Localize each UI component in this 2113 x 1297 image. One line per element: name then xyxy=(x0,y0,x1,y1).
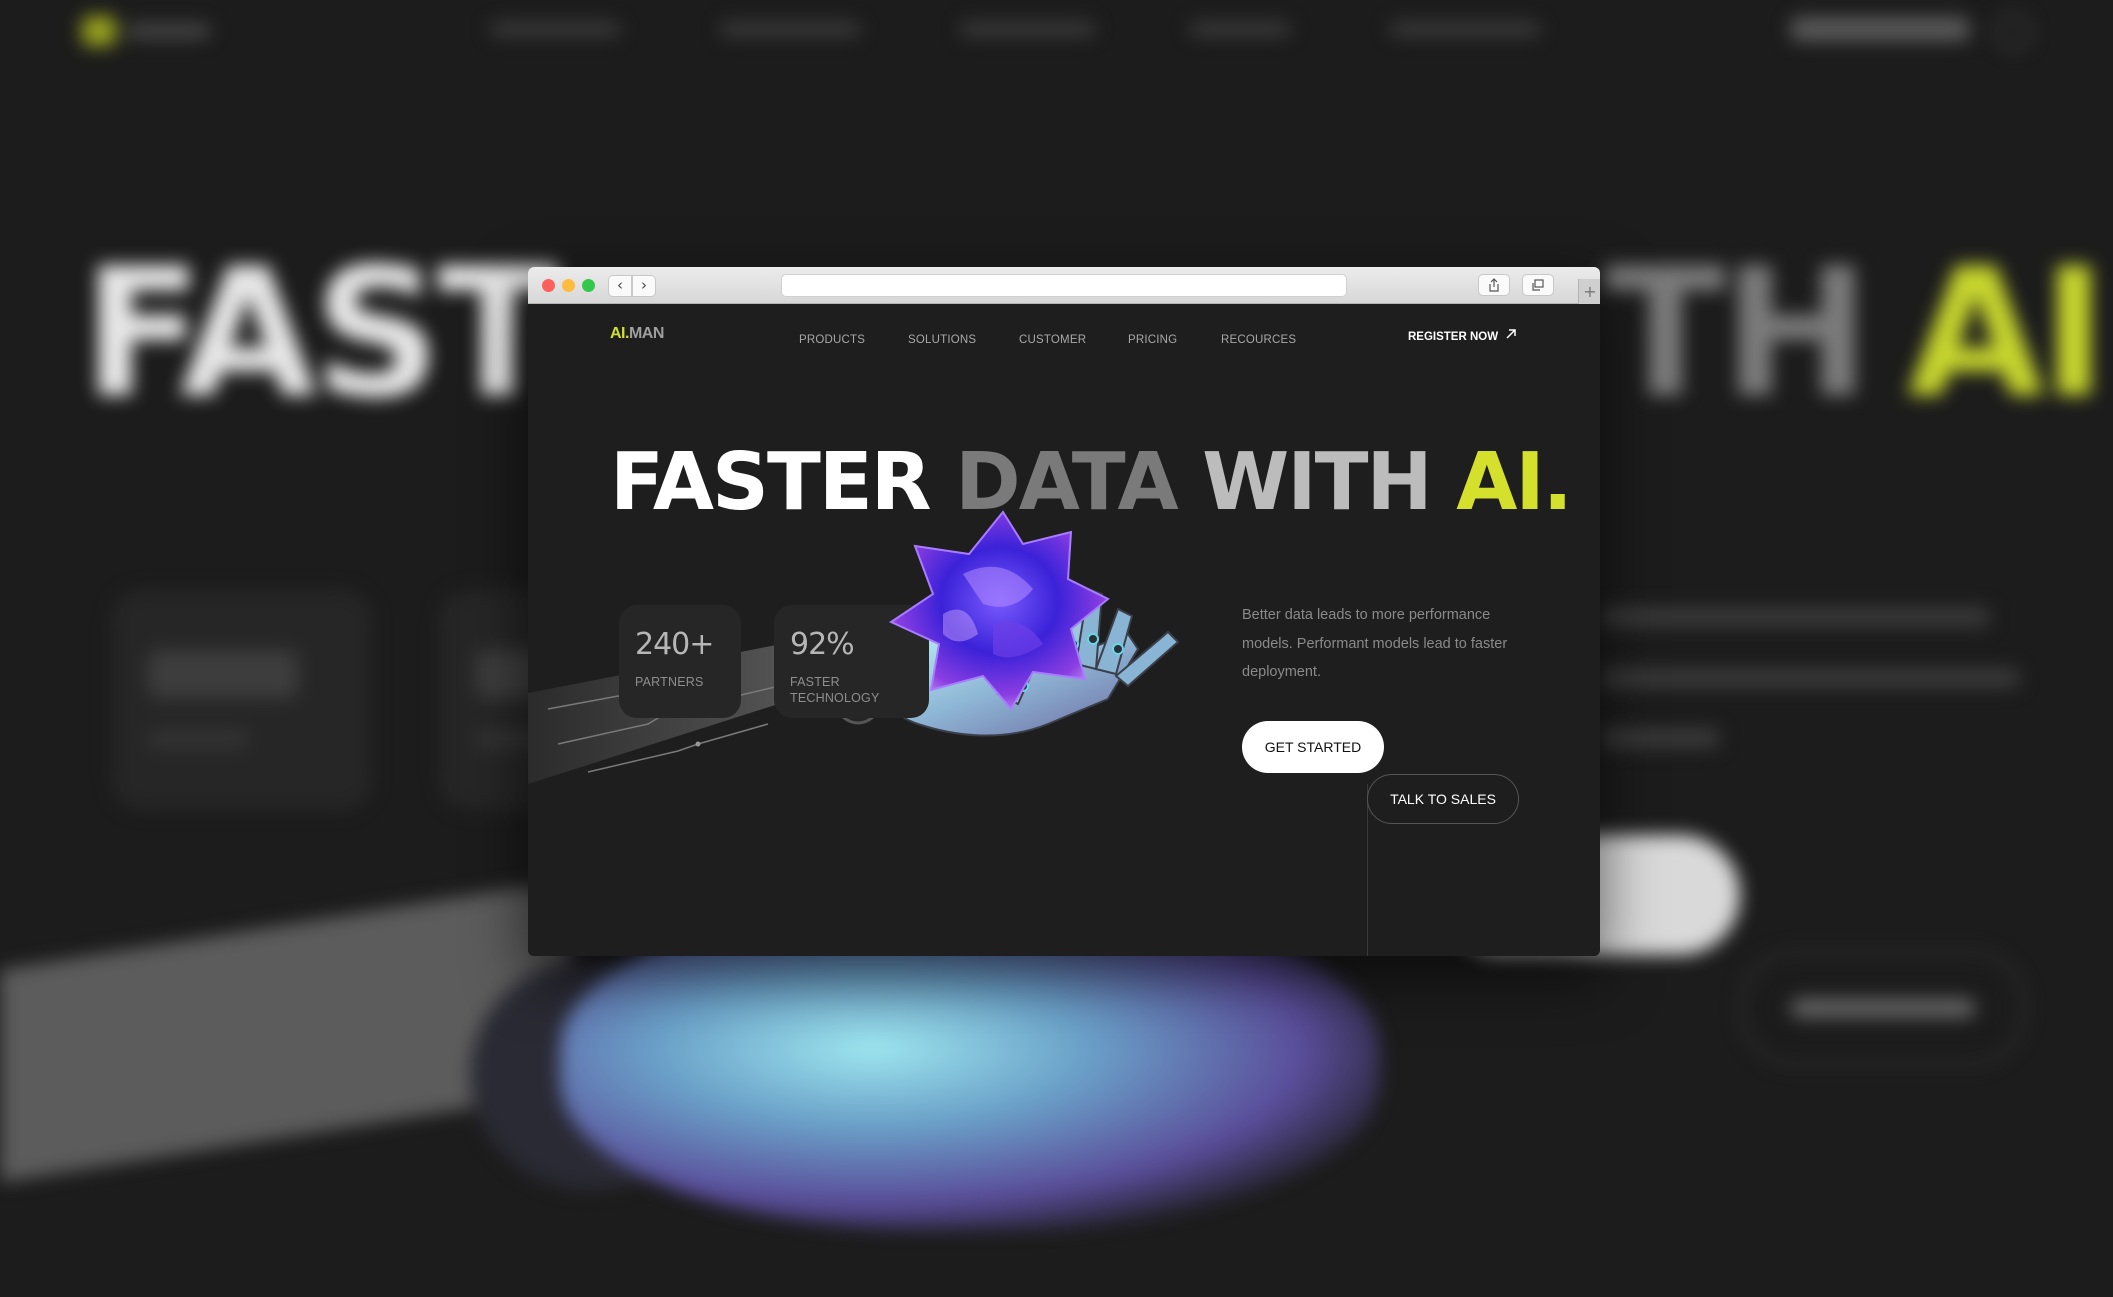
web-page: AI.MAN PRODUCTS SOLUTIONS CUSTOMER PRICI… xyxy=(528,304,1600,956)
stat-card-partners: 240+ PARTNERS xyxy=(619,605,741,718)
backdrop-nav-item xyxy=(960,22,1095,36)
plus-icon[interactable]: + xyxy=(1578,279,1600,304)
backdrop-stat-card xyxy=(112,590,372,810)
share-icon[interactable] xyxy=(1478,274,1510,296)
backdrop-register xyxy=(1790,17,1970,41)
backdrop-nav-item xyxy=(1390,22,1540,36)
nav-solutions[interactable]: SOLUTIONS xyxy=(908,334,976,346)
stat-label: PARTNERS xyxy=(635,675,704,689)
get-started-button[interactable]: GET STARTED xyxy=(1242,721,1384,773)
backdrop-text-line xyxy=(1600,668,2020,688)
stat-label: FASTER TECHNOLOGY xyxy=(790,674,880,706)
stat-value: 240+ xyxy=(635,627,714,662)
tabs-icon[interactable] xyxy=(1522,274,1554,296)
backdrop-register-icon xyxy=(1995,14,2031,50)
backdrop-text-line xyxy=(1600,607,1990,627)
backdrop-text-line xyxy=(1600,728,1720,748)
backdrop-nav-item xyxy=(490,22,620,36)
nav-recources[interactable]: RECOURCES xyxy=(1221,334,1296,346)
stat-label-line: FASTER xyxy=(790,675,840,689)
backdrop-nav-item xyxy=(720,22,860,36)
hero-title-with: WITH xyxy=(1202,436,1433,528)
register-now-link[interactable]: REGISTER NOW xyxy=(1408,327,1516,345)
backdrop-talk-to-sales xyxy=(1740,950,2026,1066)
chevron-left-icon[interactable]: ‹ xyxy=(608,275,632,297)
hero-description: Better data leads to more performance mo… xyxy=(1242,607,1508,680)
stat-label-line: TECHNOLOGY xyxy=(790,691,880,705)
chevron-right-icon[interactable]: › xyxy=(632,275,656,297)
logo-ai: AI. xyxy=(610,325,629,342)
backdrop-nav-item xyxy=(1190,22,1290,36)
talk-to-sales-button[interactable]: TALK TO SALES xyxy=(1367,774,1519,824)
nav-products[interactable]: PRODUCTS xyxy=(799,334,865,346)
backdrop-logo xyxy=(82,14,210,48)
3d-blob-illustration xyxy=(888,510,1110,711)
browser-toolbar: ‹ › + xyxy=(528,267,1600,304)
arrow-up-right-icon xyxy=(1506,329,1516,339)
register-now-label: REGISTER NOW xyxy=(1408,331,1499,343)
minimize-window-button[interactable] xyxy=(562,279,575,292)
stat-value: 92% xyxy=(790,627,855,662)
logo-man: MAN xyxy=(628,325,664,342)
hero-title-ai: AI. xyxy=(1456,436,1573,528)
nav-customer[interactable]: CUSTOMER xyxy=(1019,334,1086,346)
address-bar[interactable] xyxy=(781,274,1347,297)
site-logo[interactable]: AI.MAN xyxy=(610,325,664,343)
divider-line xyxy=(1367,784,1368,956)
nav-pricing[interactable]: PRICING xyxy=(1128,334,1177,346)
browser-window: ‹ › + AI.MAN PRODUCTS SOLUTIONS CUSTOMER… xyxy=(528,267,1600,956)
zoom-window-button[interactable] xyxy=(582,279,595,292)
close-window-button[interactable] xyxy=(542,279,555,292)
